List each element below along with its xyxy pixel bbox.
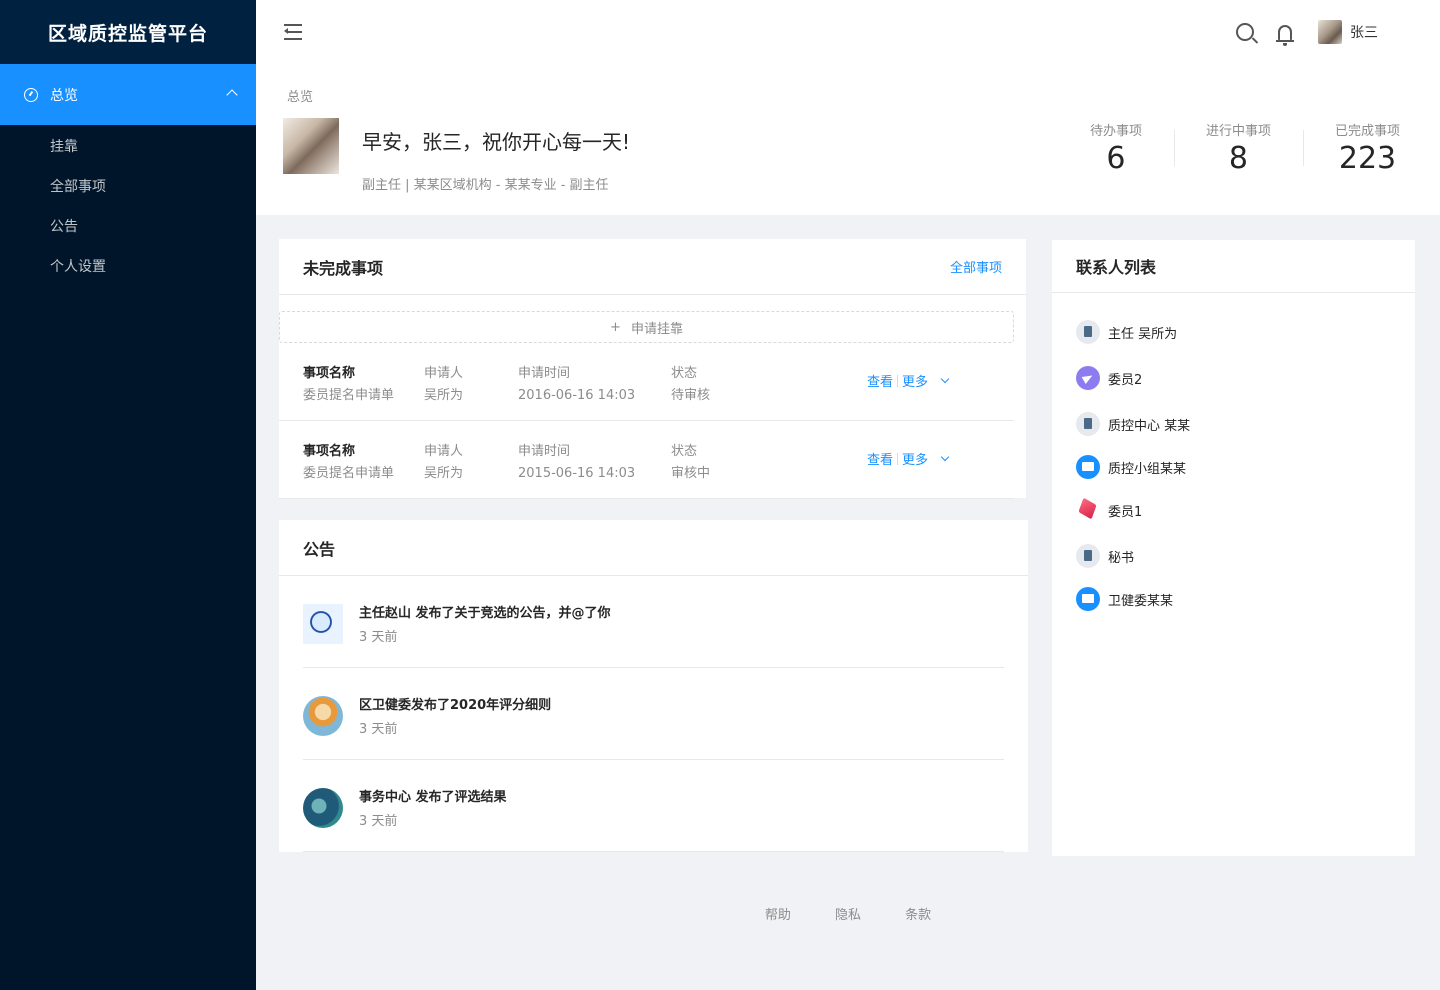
bell-icon[interactable] bbox=[1276, 24, 1294, 46]
apply-affiliation-button[interactable]: + 申请挂靠 bbox=[279, 311, 1014, 343]
contact-item[interactable]: 质控中心 某某 bbox=[1052, 401, 1415, 447]
dashboard-icon bbox=[24, 87, 38, 102]
card-header: 未完成事项 全部事项 bbox=[279, 239, 1026, 295]
plane-icon bbox=[1076, 366, 1100, 390]
chevron-up-icon bbox=[226, 89, 238, 101]
user-name[interactable]: 张三 bbox=[1350, 22, 1378, 42]
app-logo[interactable]: 区域质控监管平台 bbox=[0, 0, 256, 64]
sidebar: 区域质控监管平台 总览 挂靠 全部事项 公告 个人设置 bbox=[0, 0, 256, 990]
contact-item[interactable]: 质控小组某某 bbox=[1052, 447, 1415, 487]
sidebar-item-affiliation[interactable]: 挂靠 bbox=[0, 127, 256, 167]
stat-in-progress: 进行中事项 8 bbox=[1173, 120, 1303, 177]
sidebar-submenu: 挂靠 全部事项 公告 个人设置 bbox=[0, 125, 256, 287]
profile-avatar bbox=[283, 118, 339, 174]
status-badge: 待审核 bbox=[671, 388, 711, 403]
card-title: 未完成事项 bbox=[303, 258, 384, 278]
more-link[interactable]: 更多 bbox=[902, 449, 928, 468]
header-actions: 张三 bbox=[1236, 0, 1378, 64]
chevron-down-icon[interactable] bbox=[940, 452, 950, 461]
all-matters-link[interactable]: 全部事项 bbox=[950, 257, 1002, 276]
contact-item[interactable]: 卫健委某某 bbox=[1052, 579, 1415, 619]
book-icon bbox=[1076, 412, 1100, 436]
stats-panel: 待办事项 6 进行中事项 8 已完成事项 223 bbox=[1058, 120, 1400, 177]
terms-link[interactable]: 条款 bbox=[905, 908, 931, 923]
book-icon bbox=[1076, 544, 1100, 568]
stat-completed: 已完成事项 223 bbox=[1302, 120, 1400, 177]
card-header: 联系人列表 bbox=[1052, 240, 1415, 293]
stat-todo: 待办事项 6 bbox=[1089, 124, 1142, 176]
sidebar-item-label: 总览 bbox=[50, 87, 78, 104]
table-row: 事项名称 委员提名申请单 申请人 吴所为 申请时间 2016-06-16 14:… bbox=[279, 343, 1014, 421]
contact-item[interactable]: 委员2 bbox=[1052, 355, 1415, 401]
avatar[interactable] bbox=[1318, 20, 1342, 44]
mail-icon bbox=[1076, 455, 1100, 479]
book-icon bbox=[1076, 320, 1100, 344]
notices-card: 公告 主任赵山 发布了关于竞选的公告，并@了你 3 天前 区卫健委发布了2020… bbox=[279, 520, 1028, 852]
sidebar-item-settings[interactable]: 个人设置 bbox=[0, 247, 256, 287]
unfinished-tasks-card: 未完成事项 全部事项 + 申请挂靠 事项名称 委员提名申请单 申请人 吴所为 申… bbox=[279, 239, 1026, 499]
app-title: 区域质控监管平台 bbox=[47, 22, 208, 45]
view-link[interactable]: 查看 bbox=[867, 371, 893, 390]
footer: 帮助 隐私 条款 bbox=[256, 904, 1440, 923]
sidebar-item-notices[interactable]: 公告 bbox=[0, 207, 256, 247]
greeting-text: 早安，张三，祝你开心每一天! bbox=[362, 130, 631, 154]
list-item[interactable]: 区卫健委发布了2020年评分细则 3 天前 bbox=[303, 668, 1004, 760]
sidebar-item-all-matters[interactable]: 全部事项 bbox=[0, 167, 256, 207]
mail-icon bbox=[1076, 587, 1100, 611]
avatar bbox=[303, 696, 343, 736]
plus-icon: + bbox=[610, 319, 621, 335]
card-header: 公告 bbox=[279, 520, 1028, 576]
contacts-card: 联系人列表 主任 吴所为 委员2 质控中心 某某 质控小组某某 委员1 秘书 卫… bbox=[1052, 240, 1415, 856]
menu-fold-icon[interactable] bbox=[284, 24, 304, 40]
top-header: 张三 bbox=[256, 0, 1440, 64]
chevron-down-icon[interactable] bbox=[940, 374, 950, 383]
magnifier-avatar bbox=[303, 604, 343, 644]
row-actions: 查看 更多 bbox=[867, 371, 950, 390]
more-link[interactable]: 更多 bbox=[902, 371, 928, 390]
contact-item[interactable]: 主任 吴所为 bbox=[1052, 309, 1415, 355]
status-badge: 审核中 bbox=[671, 466, 711, 481]
card-title: 公告 bbox=[303, 539, 336, 559]
list-item[interactable]: 事务中心 发布了评选结果 3 天前 bbox=[303, 760, 1004, 852]
search-icon[interactable] bbox=[1236, 23, 1254, 41]
card-title: 联系人列表 bbox=[1076, 258, 1157, 277]
sidebar-item-overview[interactable]: 总览 bbox=[0, 64, 256, 125]
privacy-link[interactable]: 隐私 bbox=[835, 908, 861, 923]
contact-item[interactable]: 秘书 bbox=[1052, 533, 1415, 579]
breadcrumb[interactable]: 总览 bbox=[287, 86, 313, 105]
list-item[interactable]: 主任赵山 发布了关于竞选的公告，并@了你 3 天前 bbox=[303, 576, 1004, 668]
view-link[interactable]: 查看 bbox=[867, 449, 893, 468]
page-header: 总览 早安，张三，祝你开心每一天! 副主任 | 某某区域机构 - 某某专业 - … bbox=[256, 64, 1440, 215]
contacts-list: 主任 吴所为 委员2 质控中心 某某 质控小组某某 委员1 秘书 卫健委某某 bbox=[1052, 293, 1415, 619]
row-actions: 查看 更多 bbox=[867, 449, 950, 468]
help-link[interactable]: 帮助 bbox=[765, 908, 791, 923]
table-row: 事项名称 委员提名申请单 申请人 吴所为 申请时间 2015-06-16 14:… bbox=[279, 421, 1014, 499]
avatar bbox=[303, 788, 343, 828]
contact-item[interactable]: 委员1 bbox=[1052, 487, 1415, 533]
user-position: 副主任 | 某某区域机构 - 某某专业 - 副主任 bbox=[362, 178, 609, 193]
cube-icon bbox=[1076, 498, 1100, 522]
